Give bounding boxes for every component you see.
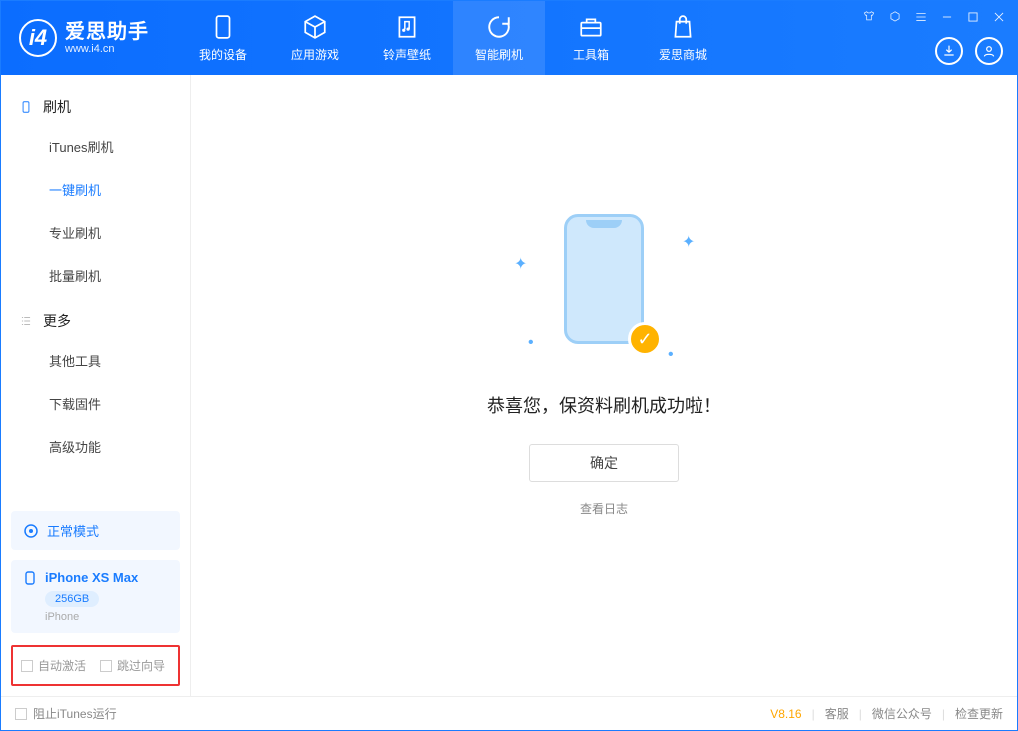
download-icon	[941, 43, 957, 59]
tab-label: 爱思商城	[659, 46, 707, 63]
options-area: 自动激活 跳过向导	[11, 645, 180, 686]
device-icon	[210, 14, 236, 40]
sidebar-item[interactable]: iTunes刷机	[1, 125, 190, 168]
option-跳过向导[interactable]: 跳过向导	[100, 657, 165, 674]
separator: |	[812, 707, 815, 721]
tab-label: 我的设备	[199, 46, 247, 63]
tab-bag[interactable]: 爱思商城	[637, 1, 729, 75]
phone-icon	[19, 100, 33, 114]
mode-label: 正常模式	[47, 521, 99, 540]
sparkle-icon: •	[668, 346, 676, 354]
separator: |	[942, 707, 945, 721]
sparkle-icon: ✦	[514, 254, 522, 262]
sidebar-item[interactable]: 批量刷机	[1, 254, 190, 297]
mode-card[interactable]: 正常模式	[11, 511, 180, 550]
refresh-icon	[486, 14, 512, 40]
success-message: 恭喜您，保资料刷机成功啦！	[487, 392, 721, 418]
cube-icon	[302, 14, 328, 40]
tab-toolbox[interactable]: 工具箱	[545, 1, 637, 75]
ok-button[interactable]: 确定	[529, 444, 679, 482]
header: i4 爱思助手 www.i4.cn 我的设备 应用游戏 铃声壁纸 智能刷机 工具箱 爱思商…	[1, 1, 1017, 75]
status-link[interactable]: 检查更新	[955, 705, 1003, 722]
sparkle-icon: •	[528, 334, 536, 342]
main-content: ✓ ✦ ✦ • • 恭喜您，保资料刷机成功啦！ 确定 查看日志	[191, 75, 1017, 696]
music-icon	[394, 14, 420, 40]
titlebar-controls	[861, 9, 1007, 25]
view-log-link[interactable]: 查看日志	[580, 500, 628, 517]
toolbox-icon	[578, 14, 604, 40]
tshirt-icon	[862, 10, 876, 24]
status-link[interactable]: 微信公众号	[872, 705, 932, 722]
checkbox[interactable]	[15, 708, 27, 720]
list-icon	[19, 314, 33, 328]
checkbox[interactable]	[100, 660, 112, 672]
tab-label: 应用游戏	[291, 46, 339, 63]
sidebar-group-header: 刷机	[1, 83, 190, 125]
main-tabs: 我的设备 应用游戏 铃声壁纸 智能刷机 工具箱 爱思商城	[177, 1, 729, 75]
option-label: 自动激活	[38, 657, 86, 674]
device-name: iPhone XS Max	[45, 570, 138, 585]
app-logo: i4 爱思助手 www.i4.cn	[1, 19, 167, 57]
tab-label: 智能刷机	[475, 46, 523, 63]
app-subtitle: www.i4.cn	[65, 43, 149, 55]
sidebar: 刷机 iTunes刷机一键刷机专业刷机批量刷机更多其他工具下载固件高级功能 正常模…	[1, 75, 191, 696]
check-badge-icon: ✓	[628, 322, 662, 356]
tshirt-icon[interactable]	[861, 9, 877, 25]
user-icon	[981, 43, 997, 59]
sidebar-group-title: 刷机	[43, 97, 71, 117]
phone-illustration	[564, 214, 644, 344]
refresh-icon	[23, 523, 39, 539]
maximize-icon[interactable]	[965, 9, 981, 25]
sidebar-item[interactable]: 专业刷机	[1, 211, 190, 254]
device-type: iPhone	[45, 611, 168, 623]
option-label: 跳过向导	[117, 657, 165, 674]
user-button[interactable]	[975, 37, 1003, 65]
version-label: V8.16	[770, 707, 801, 721]
success-illustration: ✓ ✦ ✦ • •	[504, 214, 704, 374]
cube-sm-icon	[888, 10, 902, 24]
sidebar-group-header: 更多	[1, 297, 190, 339]
sidebar-group-title: 更多	[43, 311, 71, 331]
maximize-icon	[966, 10, 980, 24]
download-button[interactable]	[935, 37, 963, 65]
checkbox[interactable]	[21, 660, 33, 672]
sidebar-item[interactable]: 高级功能	[1, 425, 190, 468]
device-card[interactable]: iPhone XS Max 256GB iPhone	[11, 560, 180, 633]
app-title: 爱思助手	[65, 21, 149, 43]
close-icon[interactable]	[991, 9, 1007, 25]
option-自动激活[interactable]: 自动激活	[21, 657, 86, 674]
tab-music[interactable]: 铃声壁纸	[361, 1, 453, 75]
sidebar-item[interactable]: 其他工具	[1, 339, 190, 382]
logo-icon: i4	[19, 19, 57, 57]
device-storage: 256GB	[45, 591, 99, 607]
tab-refresh[interactable]: 智能刷机	[453, 1, 545, 75]
close-icon	[992, 10, 1006, 24]
minimize-icon[interactable]	[939, 9, 955, 25]
header-actions	[935, 37, 1003, 65]
status-bar: 阻止iTunes运行 V8.16 | 客服 | 微信公众号 | 检查更新	[1, 696, 1017, 730]
phone-icon	[23, 571, 37, 585]
minimize-icon	[940, 10, 954, 24]
status-link[interactable]: 客服	[825, 705, 849, 722]
sidebar-item[interactable]: 一键刷机	[1, 168, 190, 211]
separator: |	[859, 707, 862, 721]
sparkle-icon: ✦	[682, 232, 690, 240]
tab-label: 铃声壁纸	[383, 46, 431, 63]
block-itunes-label[interactable]: 阻止iTunes运行	[33, 705, 117, 722]
tab-device[interactable]: 我的设备	[177, 1, 269, 75]
sidebar-item[interactable]: 下载固件	[1, 382, 190, 425]
tab-label: 工具箱	[573, 46, 609, 63]
menu-icon	[914, 10, 928, 24]
tab-cube[interactable]: 应用游戏	[269, 1, 361, 75]
cube-sm-icon[interactable]	[887, 9, 903, 25]
bag-icon	[670, 14, 696, 40]
menu-icon[interactable]	[913, 9, 929, 25]
